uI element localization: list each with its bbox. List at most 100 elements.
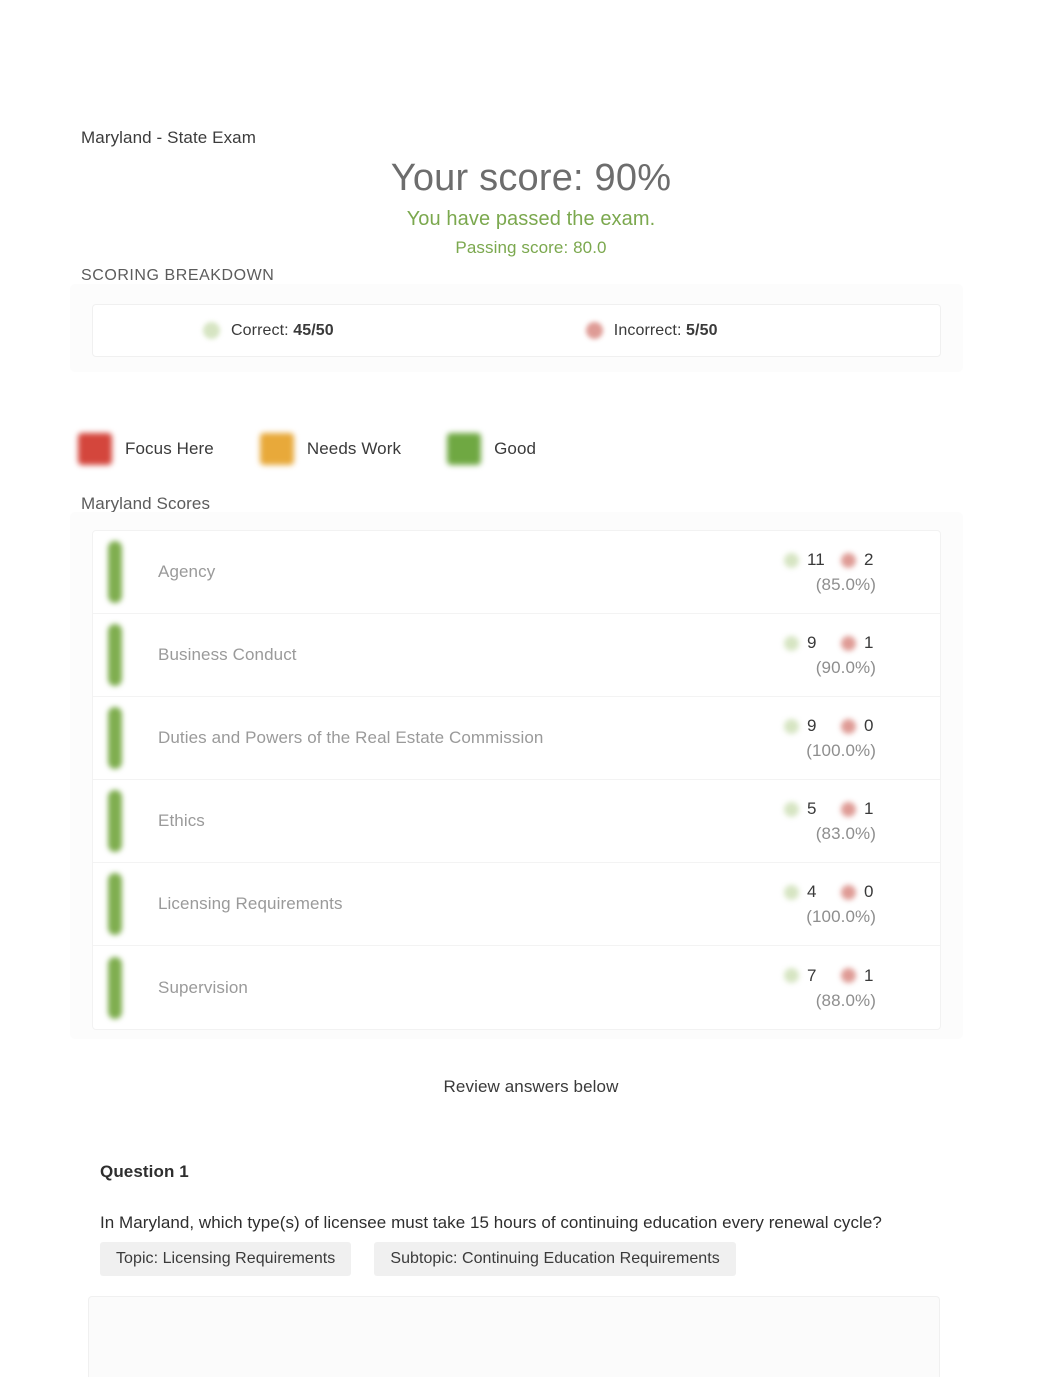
row-counts: 4 0 — [678, 881, 878, 903]
row-correct-count: 11 — [807, 550, 825, 569]
review-answers-note: Review answers below — [443, 1077, 619, 1096]
x-circle-icon — [841, 968, 856, 983]
x-circle-icon — [841, 635, 856, 651]
row-percent: (83.0%) — [815, 824, 876, 843]
check-circle-icon — [784, 884, 799, 900]
table-row[interactable]: Duties and Powers of the Real Estate Com… — [93, 697, 940, 780]
incorrect-value: 5/50 — [686, 321, 718, 339]
needs-work-swatch-icon — [259, 433, 294, 465]
legend-item-needs-work: Needs Work — [259, 433, 402, 465]
score-header: Your score: 90% You have passed the exam… — [0, 152, 1062, 261]
table-row[interactable]: Licensing Requirements 4 0 (100.0%) — [93, 863, 940, 946]
correct-label: Correct: — [231, 321, 289, 339]
scoring-breakdown-card: Correct: 45/50 Incorrect: 5/50 — [92, 304, 941, 357]
x-circle-icon — [841, 718, 856, 734]
passing-score-text: Passing score: 80.0 — [455, 238, 607, 257]
correct-value: 45/50 — [293, 321, 334, 339]
scores-table: Agency 11 2 (85.0%) Business Conduct 9 1… — [92, 530, 941, 1030]
performance-legend: Focus Here Needs Work Good — [78, 433, 582, 465]
scores-section-label: Maryland Scores — [81, 494, 211, 513]
row-topic-label: Supervision — [158, 977, 248, 997]
row-correct-count: 7 — [807, 965, 817, 985]
scoring-breakdown-section: Correct: 45/50 Incorrect: 5/50 — [70, 284, 963, 372]
check-circle-icon — [784, 635, 799, 651]
row-topic-label: Business Conduct — [158, 645, 297, 664]
row-percent: (100.0%) — [806, 907, 876, 926]
check-circle-icon — [784, 801, 799, 817]
good-swatch-icon — [447, 433, 482, 465]
score-bar-indicator — [108, 707, 122, 769]
row-incorrect-count: 0 — [864, 882, 874, 901]
x-circle-icon — [841, 552, 856, 568]
row-incorrect-count: 1 — [864, 633, 874, 652]
x-circle-icon — [585, 322, 603, 339]
table-row[interactable]: Supervision 7 1 (88.0%) — [93, 946, 940, 1029]
x-circle-icon — [841, 801, 856, 817]
row-topic-label: Ethics — [158, 811, 205, 830]
check-circle-icon — [203, 322, 220, 339]
row-counts: 11 2 — [678, 549, 878, 571]
question-block: Question 1 In Maryland, which type(s) of… — [100, 1162, 900, 1276]
question-tags: Topic: Licensing Requirements Subtopic: … — [100, 1242, 900, 1276]
row-topic-label: Agency — [158, 562, 216, 581]
table-row[interactable]: Agency 11 2 (85.0%) — [93, 531, 940, 614]
row-incorrect-count: 1 — [864, 965, 874, 985]
row-counts: 9 0 — [678, 715, 878, 737]
score-bar-indicator — [108, 624, 122, 686]
score-bar-indicator — [108, 873, 122, 935]
correct-summary: Correct: 45/50 — [203, 322, 334, 340]
check-circle-icon — [784, 718, 799, 734]
row-counts: 7 1 — [678, 965, 878, 987]
legend-item-good: Good — [447, 433, 536, 465]
row-topic-label: Duties and Powers of the Real Estate Com… — [158, 728, 544, 747]
subtopic-chip: Subtopic: Continuing Education Requireme… — [374, 1242, 736, 1276]
score-bar-indicator — [108, 956, 122, 1019]
incorrect-summary-text: Incorrect: 5/50 — [614, 322, 718, 340]
row-percent: (90.0%) — [815, 658, 876, 677]
correct-summary-text: Correct: 45/50 — [231, 322, 334, 340]
incorrect-summary: Incorrect: 5/50 — [585, 322, 718, 340]
scores-section: Agency 11 2 (85.0%) Business Conduct 9 1… — [70, 512, 963, 1039]
check-circle-icon — [784, 552, 799, 568]
row-percent: (88.0%) — [815, 990, 876, 1010]
focus-here-swatch-icon — [78, 433, 112, 465]
legend-label-needs-work: Needs Work — [306, 439, 402, 458]
row-stats: 4 0 (100.0%) — [678, 881, 878, 927]
row-correct-count: 9 — [807, 633, 817, 652]
table-row[interactable]: Business Conduct 9 1 (90.0%) — [93, 614, 940, 697]
row-incorrect-count: 2 — [864, 550, 874, 569]
row-stats: 7 1 (88.0%) — [678, 965, 878, 1011]
page-title: Your score: 90% — [390, 157, 672, 199]
row-correct-count: 4 — [807, 882, 817, 901]
row-stats: 9 1 (90.0%) — [678, 632, 878, 678]
exam-title: Maryland - State Exam — [81, 128, 256, 147]
table-row[interactable]: Ethics 5 1 (83.0%) — [93, 780, 940, 863]
row-topic-label: Licensing Requirements — [158, 894, 343, 913]
incorrect-label: Incorrect: — [613, 321, 682, 339]
row-counts: 5 1 — [678, 798, 878, 820]
question-text: In Maryland, which type(s) of licensee m… — [100, 1213, 882, 1232]
pass-message: You have passed the exam. — [406, 208, 656, 230]
score-bar-indicator — [108, 541, 122, 603]
question-number: Question 1 — [100, 1162, 189, 1181]
score-bar-indicator — [108, 790, 122, 852]
row-percent: (100.0%) — [806, 741, 876, 760]
topic-chip: Topic: Licensing Requirements — [100, 1242, 352, 1276]
row-incorrect-count: 1 — [864, 799, 874, 818]
legend-item-focus-here: Focus Here — [78, 433, 214, 465]
row-stats: 5 1 (83.0%) — [678, 798, 878, 844]
scoring-breakdown-label: SCORING BREAKDOWN — [81, 267, 275, 284]
legend-label-focus-here: Focus Here — [125, 439, 214, 458]
check-circle-icon — [784, 968, 799, 983]
row-correct-count: 9 — [807, 716, 817, 735]
row-counts: 9 1 — [678, 632, 878, 654]
legend-label-good: Good — [494, 439, 537, 458]
x-circle-icon — [841, 884, 856, 900]
row-incorrect-count: 0 — [864, 716, 874, 735]
exam-results-page: Maryland - State Exam Your score: 90% Yo… — [0, 0, 1062, 1377]
row-percent: (85.0%) — [815, 575, 876, 594]
row-stats: 11 2 (85.0%) — [678, 549, 878, 595]
answer-options-card — [88, 1296, 940, 1377]
row-stats: 9 0 (100.0%) — [678, 715, 878, 761]
row-correct-count: 5 — [807, 799, 817, 818]
